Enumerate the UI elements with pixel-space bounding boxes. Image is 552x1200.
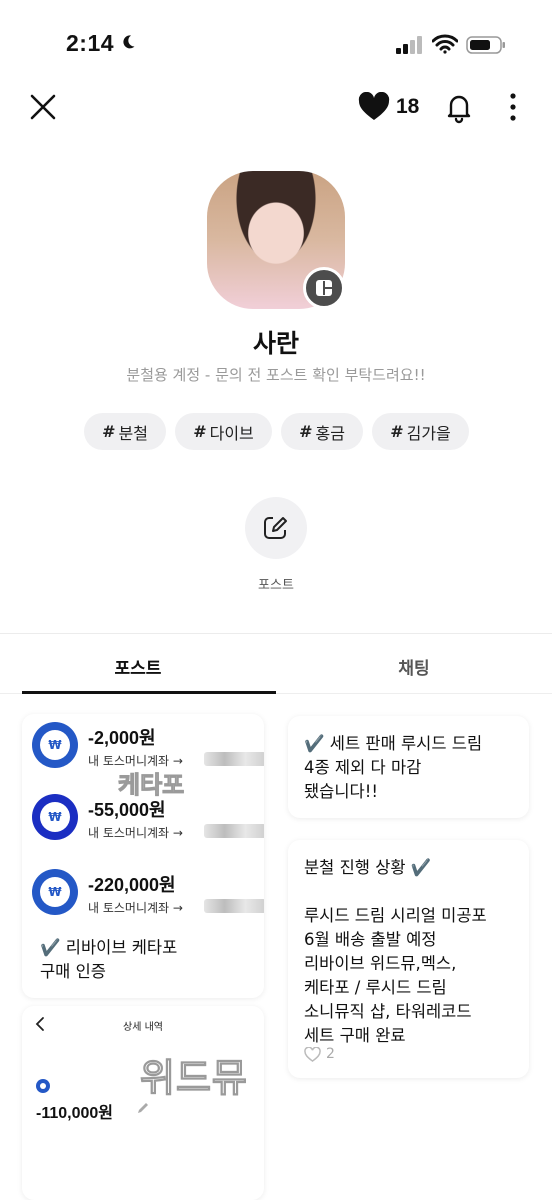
wifi-icon — [432, 34, 458, 54]
status-time: 2:14 — [66, 30, 115, 56]
more-vertical-icon — [510, 93, 516, 121]
like-button[interactable]: 18 — [358, 90, 419, 124]
tab-bar: 포스트 채팅 — [0, 640, 552, 694]
tag-label: 김가을 — [406, 423, 451, 443]
profile-avatar[interactable] — [207, 171, 345, 309]
tag-chip[interactable]: # 김가을 — [372, 413, 469, 450]
like-count: 18 — [396, 95, 420, 118]
transaction-account: 내 토스머니계좌 → — [88, 901, 183, 915]
pencil-icon — [138, 1103, 148, 1113]
layout-icon — [316, 280, 332, 296]
creator-badge — [303, 267, 345, 309]
toss-won-icon: ₩ — [32, 869, 78, 915]
blurred-account — [204, 824, 264, 838]
profile-name: 사란 — [252, 329, 299, 358]
post-text: ✔️ 세트 판매 루시드 드림 4종 제외 다 마감 됐습니다!! — [304, 734, 483, 801]
tag-label: 분철 — [118, 423, 148, 443]
detail-amount: -110,000원 — [36, 1105, 114, 1122]
image-watermark: 케타포 — [117, 771, 185, 800]
toss-won-icon: ₩ — [32, 794, 78, 840]
image-watermark: 위드뮤 — [140, 1056, 248, 1101]
post-text: 분철 진행 상황 ✔️ 루시드 드림 시리얼 미공포 6월 배송 출발 예정 리… — [304, 858, 487, 1045]
heart-icon — [358, 92, 390, 120]
hash-icon: # — [102, 422, 116, 441]
moon-icon — [123, 35, 135, 49]
status-bar: 2:14 — [0, 0, 552, 80]
tab-posts[interactable]: 포스트 — [0, 640, 276, 694]
detail-title: 상세 내역 — [123, 1022, 163, 1033]
tag-list: # 분철 # 다이브 # 홍금 # 김가을 — [84, 413, 469, 450]
tag-label: 다이브 — [209, 423, 254, 443]
notification-button[interactable] — [442, 90, 476, 124]
write-post-button[interactable] — [245, 497, 307, 559]
transaction-amount: -220,000원 — [88, 875, 176, 895]
transaction-account: 내 토스머니계좌 → — [88, 826, 183, 840]
post-like-count: 2 — [326, 1046, 335, 1062]
tag-chip[interactable]: # 다이브 — [175, 413, 272, 450]
tag-label: 홍금 — [315, 423, 345, 443]
transaction-amount: -2,000원 — [88, 728, 156, 748]
profile-description: 분철용 계정 - 문의 전 포스트 확인 부탁드려요!! — [126, 366, 426, 384]
close-icon — [30, 94, 56, 120]
battery-icon — [466, 36, 505, 54]
blurred-account — [204, 899, 264, 913]
post-text: ✔️ 리바이브 케타포 구매 인증 — [40, 938, 178, 981]
blurred-account — [204, 752, 264, 766]
hash-icon: # — [193, 422, 207, 441]
hash-icon: # — [390, 422, 404, 441]
section-divider — [0, 633, 552, 634]
hash-icon: # — [299, 422, 313, 441]
heart-outline-icon — [304, 1046, 321, 1062]
close-button[interactable] — [26, 90, 60, 124]
transaction-row: ₩ -55,000원 내 토스머니계좌 → — [32, 794, 264, 854]
tag-chip[interactable]: # 홍금 — [281, 413, 363, 450]
post-like-button[interactable]: 2 — [304, 1046, 335, 1062]
detail-header: 상세 내역 — [22, 1016, 264, 1036]
toss-icon — [36, 1079, 50, 1093]
edit-icon — [264, 516, 287, 539]
bell-icon — [447, 95, 471, 124]
toss-won-icon: ₩ — [32, 722, 78, 768]
tag-chip[interactable]: # 분철 — [84, 413, 166, 450]
transaction-row: ₩ -220,000원 내 토스머니계좌 → — [32, 869, 264, 929]
write-post-label: 포스트 — [258, 578, 294, 593]
more-options-button[interactable] — [500, 90, 526, 124]
tab-chat[interactable]: 채팅 — [276, 640, 552, 693]
signal-icon — [396, 36, 422, 54]
